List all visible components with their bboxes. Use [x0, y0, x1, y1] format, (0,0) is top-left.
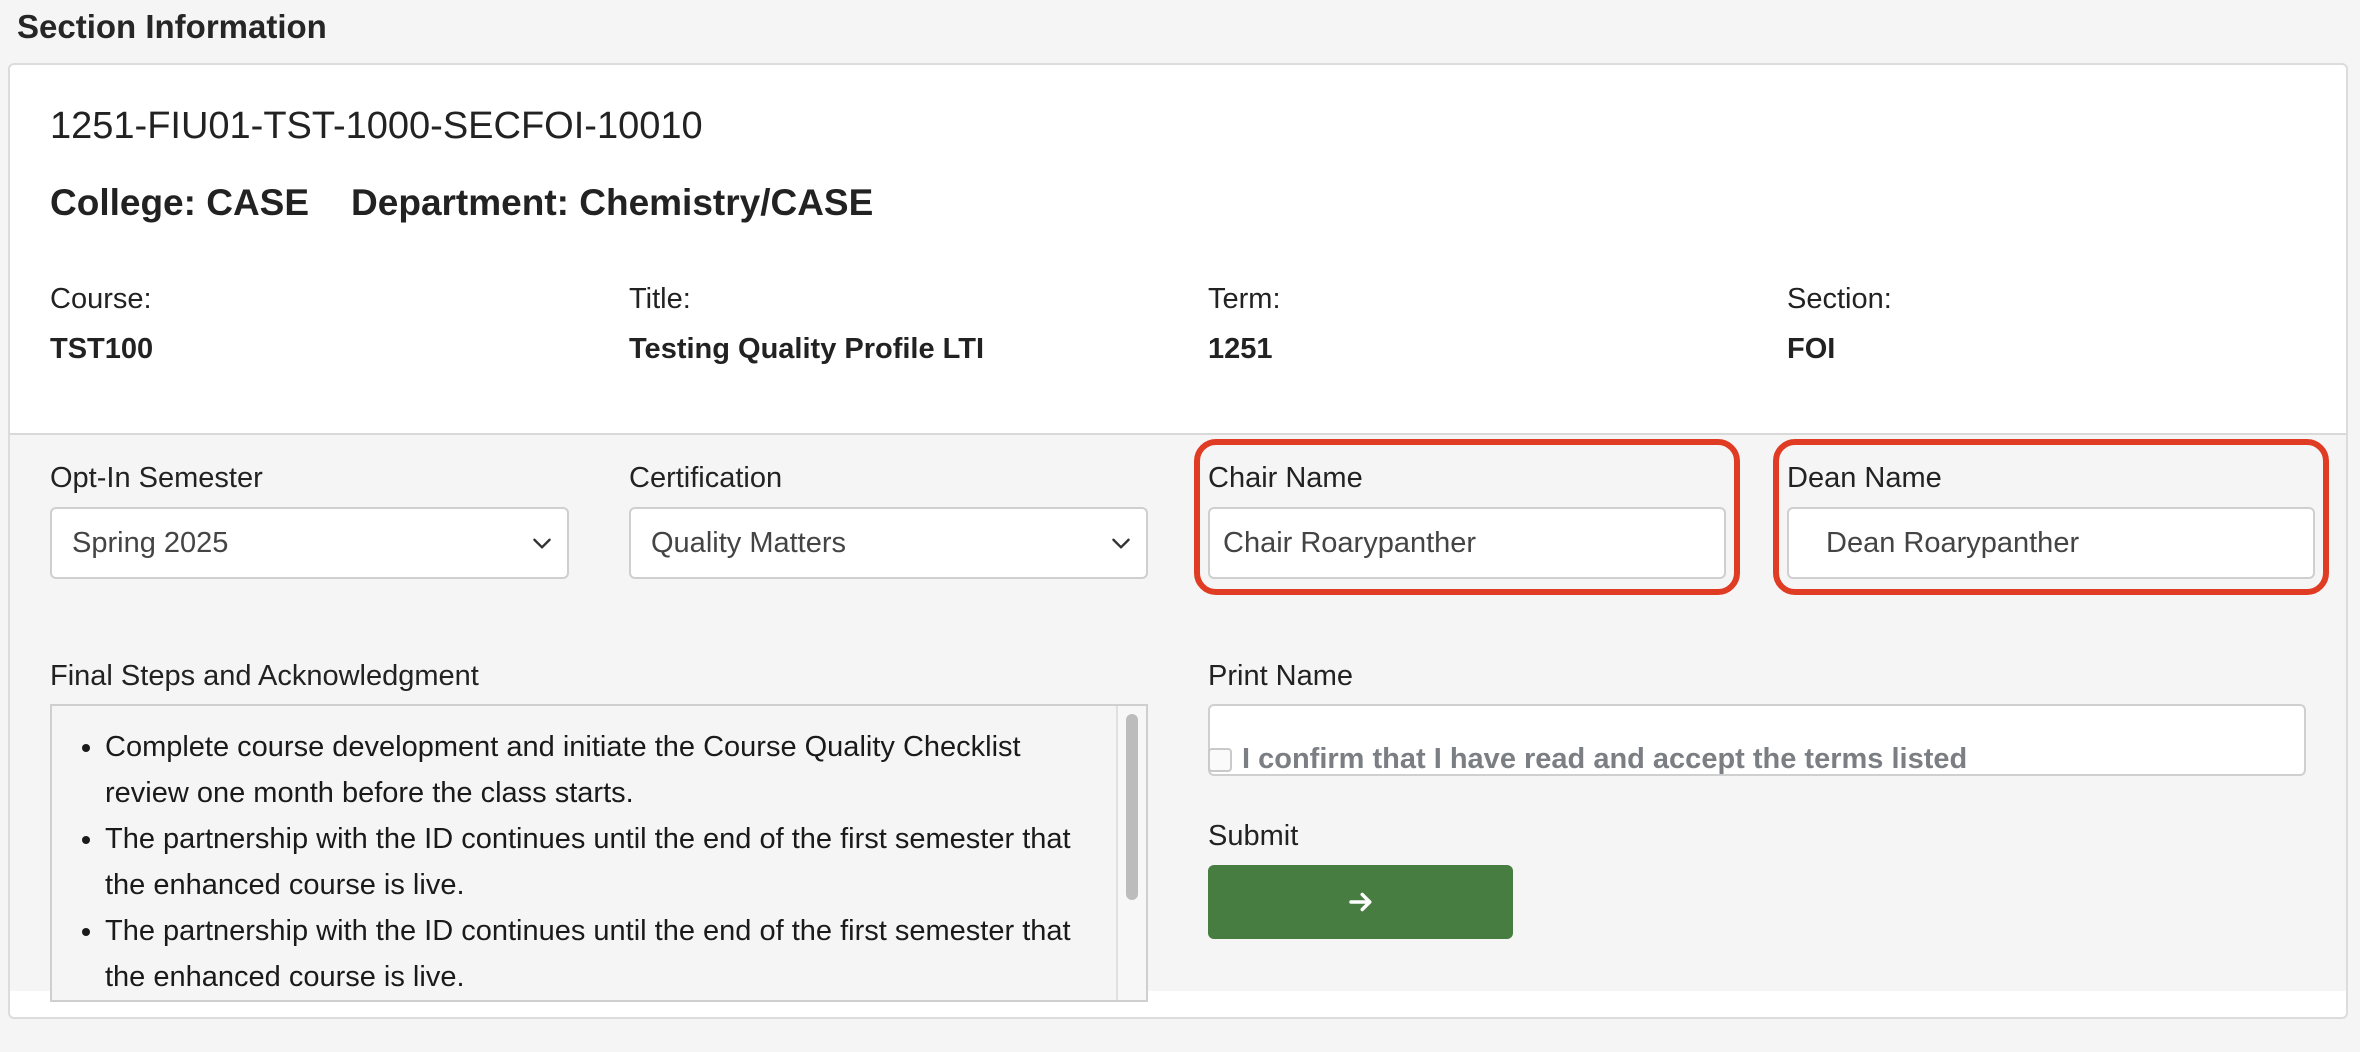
page-title: Section Information	[17, 8, 327, 45]
opt-in-selected-value: Spring 2025	[72, 527, 229, 559]
certification-select[interactable]: Quality Matters	[629, 507, 1148, 579]
print-name-label: Print Name	[1208, 660, 1354, 692]
submit-label: Submit	[1208, 820, 1299, 852]
section-card: 1251-FIU01-TST-1000-SECFOI-10010 College…	[8, 63, 2348, 1019]
title-value: Testing Quality Profile LTI	[629, 333, 985, 365]
arrow-right-icon	[1348, 892, 1371, 912]
submit-button[interactable]	[1208, 865, 1513, 939]
term-info: Term: 1251	[1208, 283, 1281, 366]
acknowledgment-box[interactable]: Complete course development and initiate…	[50, 704, 1148, 1002]
dean-name-input[interactable]: Dean Roarypanther	[1787, 507, 2315, 579]
confirm-text: I confirm that I have read and accept th…	[1242, 743, 1968, 775]
term-label: Term:	[1208, 283, 1281, 315]
scrollbar-thumb[interactable]	[1126, 714, 1138, 900]
acknowledgment-scrollbar[interactable]	[1116, 706, 1146, 1000]
college-text: College: CASE	[50, 182, 310, 223]
form-area: Opt-In Semester Spring 2025 Certificatio…	[10, 433, 2346, 1002]
confirm-row[interactable]: I confirm that I have read and accept th…	[1208, 743, 1967, 776]
section-info: Section: FOI	[1787, 283, 1892, 366]
opt-in-label: Opt-In Semester	[50, 462, 263, 494]
course-value: TST100	[50, 333, 154, 365]
course-info: Course: TST100	[50, 283, 153, 366]
title-info: Title: Testing Quality Profile LTI	[629, 283, 984, 366]
opt-in-select[interactable]: Spring 2025	[50, 507, 569, 579]
chevron-down-icon	[1112, 538, 1130, 549]
term-value: 1251	[1208, 333, 1273, 365]
college-department-line: College: CASE Department: Chemistry/CASE	[50, 182, 873, 224]
course-label: Course:	[50, 283, 152, 315]
section-value: FOI	[1787, 333, 1836, 365]
chair-name-input[interactable]: Chair Roarypanther	[1208, 507, 1726, 579]
section-id: 1251-FIU01-TST-1000-SECFOI-10010	[50, 105, 703, 147]
certification-label: Certification	[629, 462, 783, 494]
department-text: Department: Chemistry/CASE	[351, 182, 874, 223]
title-label: Title:	[629, 283, 691, 315]
list-item: The partnership with the ID continues un…	[105, 816, 1086, 908]
certification-selected-value: Quality Matters	[651, 527, 846, 559]
chevron-down-icon	[533, 538, 551, 549]
list-item: The partnership with the ID continues un…	[105, 908, 1086, 1000]
confirm-checkbox[interactable]	[1208, 747, 1232, 772]
acknowledgment-label: Final Steps and Acknowledgment	[50, 660, 479, 692]
section-label: Section:	[1787, 283, 1892, 315]
list-item: Complete course development and initiate…	[105, 724, 1086, 816]
acknowledgment-list: Complete course development and initiate…	[52, 706, 1146, 1000]
chair-name-label: Chair Name	[1208, 462, 1363, 494]
dean-name-label: Dean Name	[1787, 462, 1942, 494]
